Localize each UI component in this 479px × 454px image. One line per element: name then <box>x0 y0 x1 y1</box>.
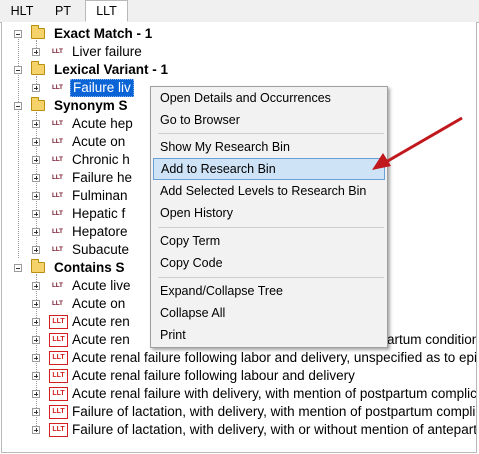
category-label: Lexical Variant - 1 <box>54 62 169 77</box>
term-label: Failure of lactation, with delivery, wit… <box>72 404 477 419</box>
expand-icon[interactable] <box>32 120 40 128</box>
collapse-icon[interactable] <box>14 30 22 38</box>
tree-item[interactable]: LLT Failure of lactation, with delivery,… <box>2 421 477 439</box>
tree-item[interactable]: LLT Acute renal failure following labour… <box>2 367 476 385</box>
menu-item-expand-collapse-tree[interactable]: Expand/Collapse Tree <box>153 280 385 302</box>
expand-icon[interactable] <box>32 156 40 164</box>
menu-item-open-details[interactable]: Open Details and Occurrences <box>153 87 385 109</box>
term-label: Acute on <box>72 296 126 311</box>
menu-item-add-selected-levels[interactable]: Add Selected Levels to Research Bin <box>153 180 385 202</box>
tree-item[interactable]: LLT Acute renal failure following labor … <box>2 349 477 367</box>
term-label: Acute hep <box>72 116 133 131</box>
llt-badge-icon: LLT <box>52 282 63 289</box>
llt-badge-icon: LLT <box>52 210 63 217</box>
category-exact-match[interactable]: Exact Match - 1 <box>2 25 476 43</box>
term-label-tail: artum condition <box>387 332 477 347</box>
tab-hlt[interactable]: HLT <box>2 2 42 21</box>
term-label: Fulminan <box>72 188 128 203</box>
term-label: Acute renal failure with delivery, with … <box>72 386 477 401</box>
menu-item-show-research-bin[interactable]: Show My Research Bin <box>153 136 385 158</box>
llt-badge-icon: LLT <box>52 192 63 199</box>
llt-badge-icon: LLT <box>52 138 63 145</box>
category-lexical-variant[interactable]: Lexical Variant - 1 <box>2 61 476 79</box>
expand-icon[interactable] <box>32 390 40 398</box>
llt-boxed-icon: LLT <box>49 405 68 419</box>
term-label: Liver failure <box>72 44 142 59</box>
folder-icon <box>31 259 45 273</box>
collapse-icon[interactable] <box>14 264 22 272</box>
folder-icon <box>31 25 45 39</box>
context-menu: Open Details and Occurrences Go to Brows… <box>150 86 388 348</box>
tab-strip: HLT PT LLT <box>0 0 479 23</box>
expand-icon[interactable] <box>32 336 40 344</box>
llt-boxed-icon: LLT <box>49 351 68 365</box>
menu-item-open-history[interactable]: Open History <box>153 202 385 224</box>
menu-item-print[interactable]: Print <box>153 324 385 346</box>
term-label: Acute renal failure following labor and … <box>72 350 477 365</box>
llt-badge-icon: LLT <box>52 48 63 55</box>
folder-icon <box>31 61 45 75</box>
term-label: Failure he <box>72 170 133 185</box>
expand-icon[interactable] <box>32 426 40 434</box>
llt-badge-icon: LLT <box>52 120 63 127</box>
llt-badge-icon: LLT <box>52 156 63 163</box>
term-label: Subacute <box>72 242 130 257</box>
llt-badge-icon: LLT <box>52 228 63 235</box>
expand-icon[interactable] <box>32 174 40 182</box>
collapse-icon[interactable] <box>14 66 22 74</box>
folder-icon <box>31 97 45 111</box>
menu-separator <box>158 277 384 278</box>
menu-item-go-to-browser[interactable]: Go to Browser <box>153 109 385 131</box>
menu-item-collapse-all[interactable]: Collapse All <box>153 302 385 324</box>
term-label: Hepatore <box>72 224 128 239</box>
expand-icon[interactable] <box>32 228 40 236</box>
term-label: Acute ren <box>72 332 130 347</box>
tree-item[interactable]: LLT Acute renal failure with delivery, w… <box>2 385 477 403</box>
expand-icon[interactable] <box>32 192 40 200</box>
tree-item[interactable]: LLT Failure of lactation, with delivery,… <box>2 403 477 421</box>
term-label: Chronic h <box>72 152 130 167</box>
expand-icon[interactable] <box>32 318 40 326</box>
expand-icon[interactable] <box>32 354 40 362</box>
llt-boxed-icon: LLT <box>49 387 68 401</box>
menu-item-copy-code[interactable]: Copy Code <box>153 252 385 274</box>
llt-badge-icon: LLT <box>52 246 63 253</box>
menu-item-add-to-research-bin[interactable]: Add to Research Bin <box>153 158 385 180</box>
expand-icon[interactable] <box>32 138 40 146</box>
expand-icon[interactable] <box>32 408 40 416</box>
expand-icon[interactable] <box>32 48 40 56</box>
llt-badge-icon: LLT <box>52 174 63 181</box>
llt-badge-icon: LLT <box>52 300 63 307</box>
term-label: Acute on <box>72 134 126 149</box>
expand-icon[interactable] <box>32 84 40 92</box>
term-label: Acute renal failure following labour and… <box>72 368 355 383</box>
menu-separator <box>158 227 384 228</box>
menu-item-copy-term[interactable]: Copy Term <box>153 230 385 252</box>
menu-separator <box>158 133 384 134</box>
llt-boxed-icon: LLT <box>49 315 68 329</box>
term-label: Hepatic f <box>72 206 126 221</box>
category-label: Exact Match - 1 <box>54 26 153 41</box>
expand-icon[interactable] <box>32 210 40 218</box>
llt-boxed-icon: LLT <box>49 333 68 347</box>
expand-icon[interactable] <box>32 372 40 380</box>
term-label: Failure of lactation, with delivery, wit… <box>72 422 477 437</box>
category-label: Synonym S <box>54 98 128 113</box>
llt-badge-icon: LLT <box>52 84 63 91</box>
term-label: Acute ren <box>72 314 130 329</box>
expand-icon[interactable] <box>32 282 40 290</box>
expand-icon[interactable] <box>32 300 40 308</box>
category-label: Contains S <box>54 260 125 275</box>
llt-boxed-icon: LLT <box>49 369 68 383</box>
expand-icon[interactable] <box>32 246 40 254</box>
collapse-icon[interactable] <box>14 102 22 110</box>
llt-boxed-icon: LLT <box>49 423 68 437</box>
tab-pt[interactable]: PT <box>44 2 82 21</box>
tab-llt[interactable]: LLT <box>85 0 128 22</box>
term-label: Acute live <box>72 278 131 293</box>
term-label: Failure liv <box>70 79 134 97</box>
tree-item[interactable]: LLT Liver failure <box>2 43 476 61</box>
